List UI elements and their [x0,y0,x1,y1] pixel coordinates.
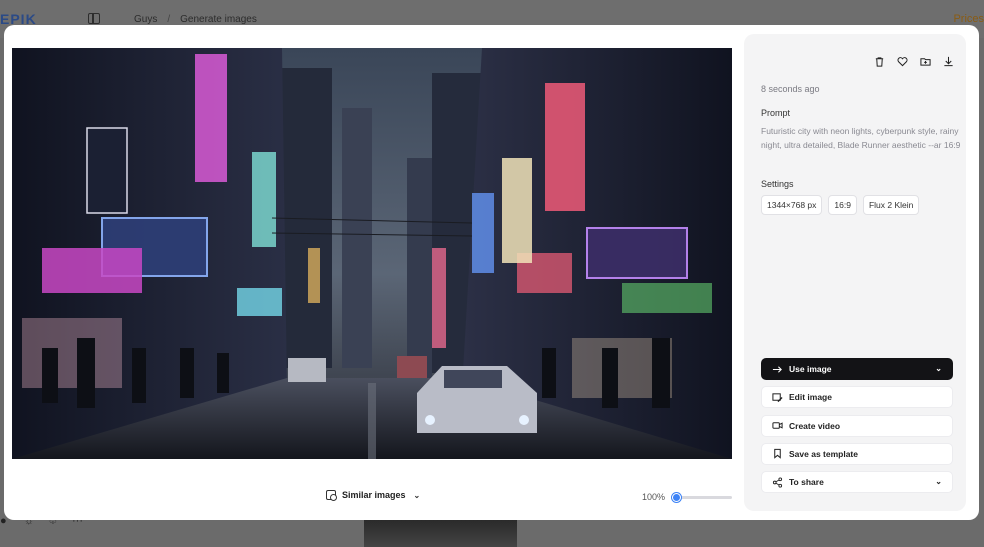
prompt-text: Futuristic city with neon lights, cyberp… [761,126,961,150]
zoom-slider[interactable] [672,493,732,502]
details-panel: 8 seconds ago Prompt Futuristic city wit… [744,34,966,511]
edit-image-label: Edit image [789,392,832,403]
prompt-heading: Prompt [761,108,791,118]
generation-timestamp: 8 seconds ago [761,84,820,94]
background-thumbnail [364,520,517,547]
chevron-down-icon: ⌄ [935,477,942,487]
sidebar-toggle-icon[interactable] [88,13,100,24]
share-button[interactable]: To share ⌄ [761,471,953,494]
create-video-button[interactable]: Create video [761,414,953,437]
chevron-down-icon: ⌄ [413,490,421,500]
use-image-label: Use image [789,364,832,374]
use-image-button[interactable]: Use image ⌄ [761,358,953,380]
trash-icon[interactable] [874,56,885,67]
heart-icon[interactable] [897,56,908,67]
aspect-ratio-chip: 16:9 [828,195,857,215]
panel-toolbar [874,56,954,67]
chevron-down-icon: ⌄ [935,364,942,373]
similar-images-button[interactable]: Similar images ⌄ [326,490,421,501]
breadcrumb-item[interactable]: Generate images [180,14,257,25]
save-as-template-button[interactable]: Save as template [761,442,953,465]
download-icon[interactable] [943,56,954,67]
zoom-slider-handle[interactable] [672,493,681,502]
folder-icon[interactable] [920,56,931,67]
similar-images-icon [326,490,337,501]
create-video-label: Create video [789,420,841,431]
action-list: Use image ⌄ Edit image Create video Save… [761,358,953,499]
breadcrumb: Guys / Generate images [134,14,257,25]
arrow-right-icon [772,364,783,375]
cyberpunk-city-image [12,48,732,459]
bookmark-icon [772,448,783,460]
save-as-template-label: Save as template [789,448,858,459]
similar-images-label: Similar images [342,490,406,500]
share-label: To share [789,477,824,488]
edit-image-button[interactable]: Edit image [761,386,953,409]
share-icon [772,477,783,488]
video-icon [772,420,783,431]
prices-link[interactable]: Prices [953,13,984,25]
viewer-toolbar: Similar images ⌄ 100% [12,484,732,510]
breadcrumb-item[interactable]: Guys [134,14,157,25]
model-chip: Flux 2 Klein [862,195,920,215]
generated-image[interactable] [12,48,732,459]
settings-chips: 1344×768 px 16:9 Flux 2 Klein [761,195,920,215]
zoom-level-label: 100% [642,492,666,502]
breadcrumb-separator: / [167,14,171,25]
settings-heading: Settings [761,179,794,189]
edit-image-icon [772,392,783,403]
resolution-chip: 1344×768 px [761,195,823,215]
